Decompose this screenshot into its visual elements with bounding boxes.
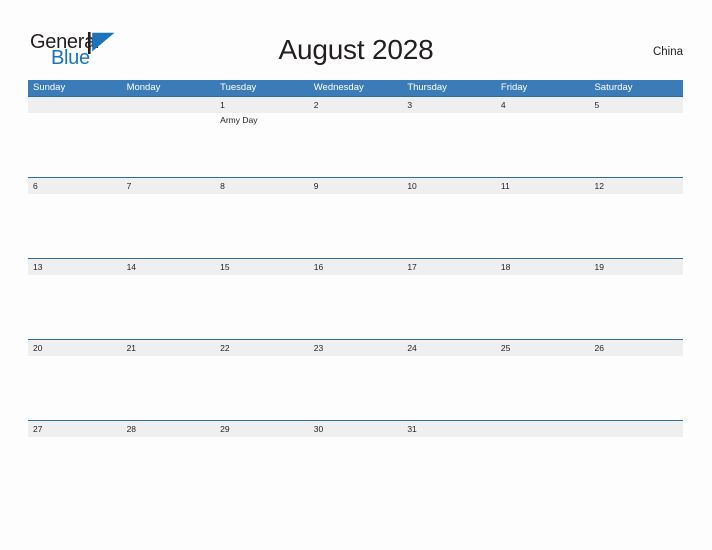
day-cell[interactable]: 19 xyxy=(589,259,683,340)
day-number: 18 xyxy=(500,262,511,272)
day-cell[interactable]: 11 xyxy=(496,178,590,259)
day-number: 29 xyxy=(220,424,230,434)
day-cell[interactable]: 29 xyxy=(215,421,309,502)
day-cell[interactable]: 24 xyxy=(402,340,496,421)
day-cell[interactable]: 22 xyxy=(215,340,309,421)
day-cell[interactable]: 30 xyxy=(309,421,403,502)
day-cell[interactable]: 7 xyxy=(122,178,216,259)
day-number: 15 xyxy=(220,262,230,272)
day-cell[interactable]: 14 xyxy=(122,259,216,340)
day-cell[interactable]: 12 xyxy=(589,178,683,259)
day-number: 8 xyxy=(220,181,225,191)
day-cell[interactable]: 13 xyxy=(28,259,122,340)
day-cell[interactable]: 5 xyxy=(589,97,683,178)
day-cell[interactable]: 25 xyxy=(496,340,590,421)
day-number: 9 xyxy=(313,181,319,191)
weekday-header-sunday: Sunday xyxy=(33,82,66,93)
day-cell[interactable]: 20 xyxy=(28,340,122,421)
week-row: 1 Army Day 2 3 4 5 xyxy=(28,96,683,177)
day-number: 5 xyxy=(594,100,600,110)
day-cell[interactable]: 6 xyxy=(28,178,122,259)
day-cell[interactable]: 31 xyxy=(402,421,496,502)
day-number: 17 xyxy=(407,262,417,272)
day-cell[interactable] xyxy=(122,97,216,178)
day-cell[interactable] xyxy=(496,421,590,502)
day-number: 21 xyxy=(126,343,137,353)
day-number: 26 xyxy=(594,343,604,353)
day-cell[interactable]: 15 xyxy=(215,259,309,340)
weekday-header-tuesday: Tuesday xyxy=(220,82,257,93)
page-title: August 2028 xyxy=(278,34,434,65)
week-row: 20 21 22 23 24 25 26 xyxy=(28,339,683,420)
day-number: 6 xyxy=(33,181,38,191)
day-number: 7 xyxy=(126,181,132,191)
day-number: 24 xyxy=(407,343,417,353)
weekday-header-saturday: Saturday xyxy=(594,82,633,93)
day-number: 25 xyxy=(500,343,511,353)
day-number: 1 xyxy=(220,100,225,110)
day-number: 16 xyxy=(313,262,324,272)
day-number: 31 xyxy=(407,424,417,434)
country-label: China xyxy=(652,46,683,58)
day-number: 30 xyxy=(313,424,324,434)
day-number: 2 xyxy=(313,100,319,110)
day-cell[interactable]: 1 Army Day xyxy=(215,97,309,178)
week-row: 6 7 8 9 10 11 12 xyxy=(28,177,683,258)
week-row: 27 28 29 30 31 xyxy=(28,420,683,501)
day-number: 12 xyxy=(594,181,604,191)
day-number: 20 xyxy=(33,343,43,353)
calendar-grid: Sunday Monday Tuesday Wednesday Thursday… xyxy=(28,80,683,501)
day-cell[interactable]: 26 xyxy=(589,340,683,421)
day-cell[interactable]: 17 xyxy=(402,259,496,340)
day-cell[interactable]: 27 xyxy=(28,421,122,502)
day-number: 19 xyxy=(594,262,604,272)
day-number: 10 xyxy=(407,181,417,191)
day-number: 23 xyxy=(313,343,324,353)
day-number: 22 xyxy=(220,343,230,353)
day-number: 28 xyxy=(126,424,137,434)
day-cell[interactable]: 3 xyxy=(402,97,496,178)
day-number: 4 xyxy=(500,100,506,110)
weekday-header-wednesday: Wednesday xyxy=(313,82,364,93)
weekday-header-monday: Monday xyxy=(126,82,161,93)
week-row: 13 14 15 16 17 18 19 xyxy=(28,258,683,339)
day-cell[interactable]: 18 xyxy=(496,259,590,340)
day-cell[interactable]: 9 xyxy=(309,178,403,259)
page-header: General Blue August 2028 China xyxy=(0,0,712,80)
calendar-page: General Blue August 2028 China Sunday Mo… xyxy=(0,0,712,550)
day-number: 11 xyxy=(500,181,510,191)
weekday-header-thursday: Thursday xyxy=(407,82,447,93)
day-cell[interactable]: 10 xyxy=(402,178,496,259)
day-cell[interactable]: 2 xyxy=(309,97,403,178)
day-cell[interactable]: 23 xyxy=(309,340,403,421)
day-cell[interactable]: 4 xyxy=(496,97,590,178)
weekday-header-row: Sunday Monday Tuesday Wednesday Thursday… xyxy=(28,80,683,96)
day-event: Army Day xyxy=(220,115,258,125)
day-cell[interactable]: 21 xyxy=(122,340,216,421)
day-cell[interactable] xyxy=(28,97,122,178)
day-cell[interactable]: 16 xyxy=(309,259,403,340)
day-number: 14 xyxy=(126,262,137,272)
day-cell[interactable] xyxy=(589,421,683,502)
day-number: 3 xyxy=(407,100,413,110)
day-number: 13 xyxy=(33,262,43,272)
day-number: 27 xyxy=(33,424,43,434)
day-cell[interactable]: 8 xyxy=(215,178,309,259)
day-cell[interactable]: 28 xyxy=(122,421,216,502)
weekday-header-friday: Friday xyxy=(500,82,528,93)
